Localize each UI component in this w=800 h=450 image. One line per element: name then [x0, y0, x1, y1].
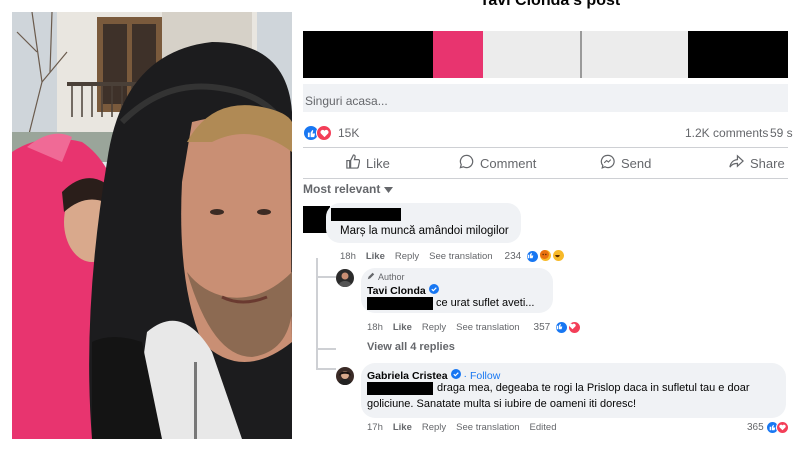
like-button-label: Like	[366, 155, 390, 171]
sort-label: Most relevant	[303, 182, 381, 196]
redacted-name	[331, 208, 401, 221]
video-frame-zipper	[580, 31, 582, 78]
reaction-count: 357	[533, 322, 551, 333]
haha-reaction-icon	[551, 249, 565, 262]
pencil-icon	[367, 272, 375, 282]
follow-link[interactable]: · Follow	[464, 370, 501, 382]
comment-meta: 18h Like Reply See translation 357	[367, 321, 627, 334]
commenter-avatar[interactable]	[336, 367, 354, 385]
facebook-post-panel: Tavi Clonda's post Singuri acasa... 15K …	[300, 0, 800, 450]
comment-sort-dropdown[interactable]: Most relevant	[303, 182, 394, 196]
share-button[interactable]: Share	[729, 154, 785, 172]
author-badge-label: Author	[378, 272, 405, 282]
commenter-name[interactable]: Gabriela Cristea · Follow	[367, 369, 500, 382]
comment-button[interactable]: Comment	[459, 154, 536, 172]
comments-count-link[interactable]: 1.2K comments	[685, 126, 768, 140]
view-replies-link[interactable]: View all 4 replies	[367, 341, 455, 353]
commenter-name[interactable]: Tavi Clonda	[367, 284, 439, 297]
verified-badge-icon	[428, 284, 439, 297]
comment-text: Marș la muncă amândoi milogilor	[340, 225, 509, 237]
like-reaction-icon	[555, 321, 569, 334]
thread-line	[316, 258, 318, 368]
comment-reply-link[interactable]: Reply	[395, 251, 419, 262]
love-reaction-icon	[567, 321, 581, 334]
see-translation-link[interactable]: See translation	[429, 251, 492, 262]
comment-time[interactable]: 17h	[367, 422, 383, 433]
reaction-count: 365	[747, 422, 764, 433]
like-button[interactable]: Like	[345, 154, 390, 172]
comment-like-link[interactable]: Like	[393, 422, 412, 433]
share-button-label: Share	[750, 155, 785, 171]
comment-time[interactable]: 18h	[367, 322, 383, 333]
divider	[303, 178, 788, 179]
post-stats: 15K 1.2K comments 59 s	[303, 122, 800, 144]
comment-bubble-icon	[459, 154, 474, 172]
edited-label: Edited	[529, 422, 557, 433]
comment-like-link[interactable]: Like	[393, 322, 412, 333]
send-button-label: Send	[621, 155, 652, 171]
comment-like-link[interactable]: Like	[366, 251, 385, 262]
thumbs-up-icon	[345, 154, 361, 172]
redacted-mention	[367, 382, 433, 395]
post-title: Tavi Clonda's post	[479, 0, 621, 9]
comment-reaction-summary[interactable]: 234	[505, 249, 565, 263]
reaction-summary[interactable]: 15K	[303, 125, 359, 141]
comment-text-line-1: draga mea, degeaba te rogi la Prislop da…	[437, 382, 750, 394]
author-avatar[interactable]	[336, 269, 354, 287]
comment-reply-link[interactable]: Reply	[422, 322, 446, 333]
post-video[interactable]	[303, 31, 788, 78]
post-actions-bar: Like Comment Send Share	[303, 150, 800, 176]
caret-down-icon	[384, 182, 394, 196]
messenger-icon	[600, 154, 615, 172]
reaction-count: 234	[504, 251, 522, 262]
thread-branch	[316, 276, 336, 278]
angry-reaction-icon	[538, 249, 552, 262]
comment-reaction-summary[interactable]: 357	[534, 321, 581, 334]
see-translation-link[interactable]: See translation	[456, 322, 519, 333]
comment-meta: 17h Like Reply See translation Edited	[367, 422, 627, 433]
comment-text: ce urat suflet aveti...	[436, 297, 535, 309]
love-reaction-icon	[316, 125, 332, 141]
send-button[interactable]: Send	[600, 154, 651, 172]
love-reaction-icon	[775, 421, 789, 434]
divider	[303, 147, 788, 148]
comment-reply-link[interactable]: Reply	[422, 422, 446, 433]
comment-button-label: Comment	[480, 155, 537, 171]
comment-reaction-summary[interactable]: 365	[747, 421, 789, 434]
author-badge: Author	[367, 272, 405, 282]
comment-time[interactable]: 18h	[340, 251, 356, 262]
comment-meta: 18h Like Reply See translation 234	[340, 249, 590, 263]
redacted-mention	[367, 297, 433, 310]
comment-text-line-2: goliciune. Sanatate multa si iubire de o…	[367, 398, 637, 410]
thread-branch	[316, 368, 336, 370]
reaction-count: 15K	[338, 126, 360, 140]
video-frame-white	[483, 31, 688, 78]
thread-branch	[316, 348, 336, 350]
post-caption: Singuri acasa...	[303, 84, 788, 112]
share-arrow-icon	[729, 154, 744, 172]
shares-count-link[interactable]: 59 s	[770, 126, 793, 140]
verified-badge-icon	[450, 369, 461, 382]
video-thumbnail-photo	[12, 12, 292, 439]
see-translation-link[interactable]: See translation	[456, 422, 519, 433]
like-reaction-icon	[526, 250, 540, 263]
